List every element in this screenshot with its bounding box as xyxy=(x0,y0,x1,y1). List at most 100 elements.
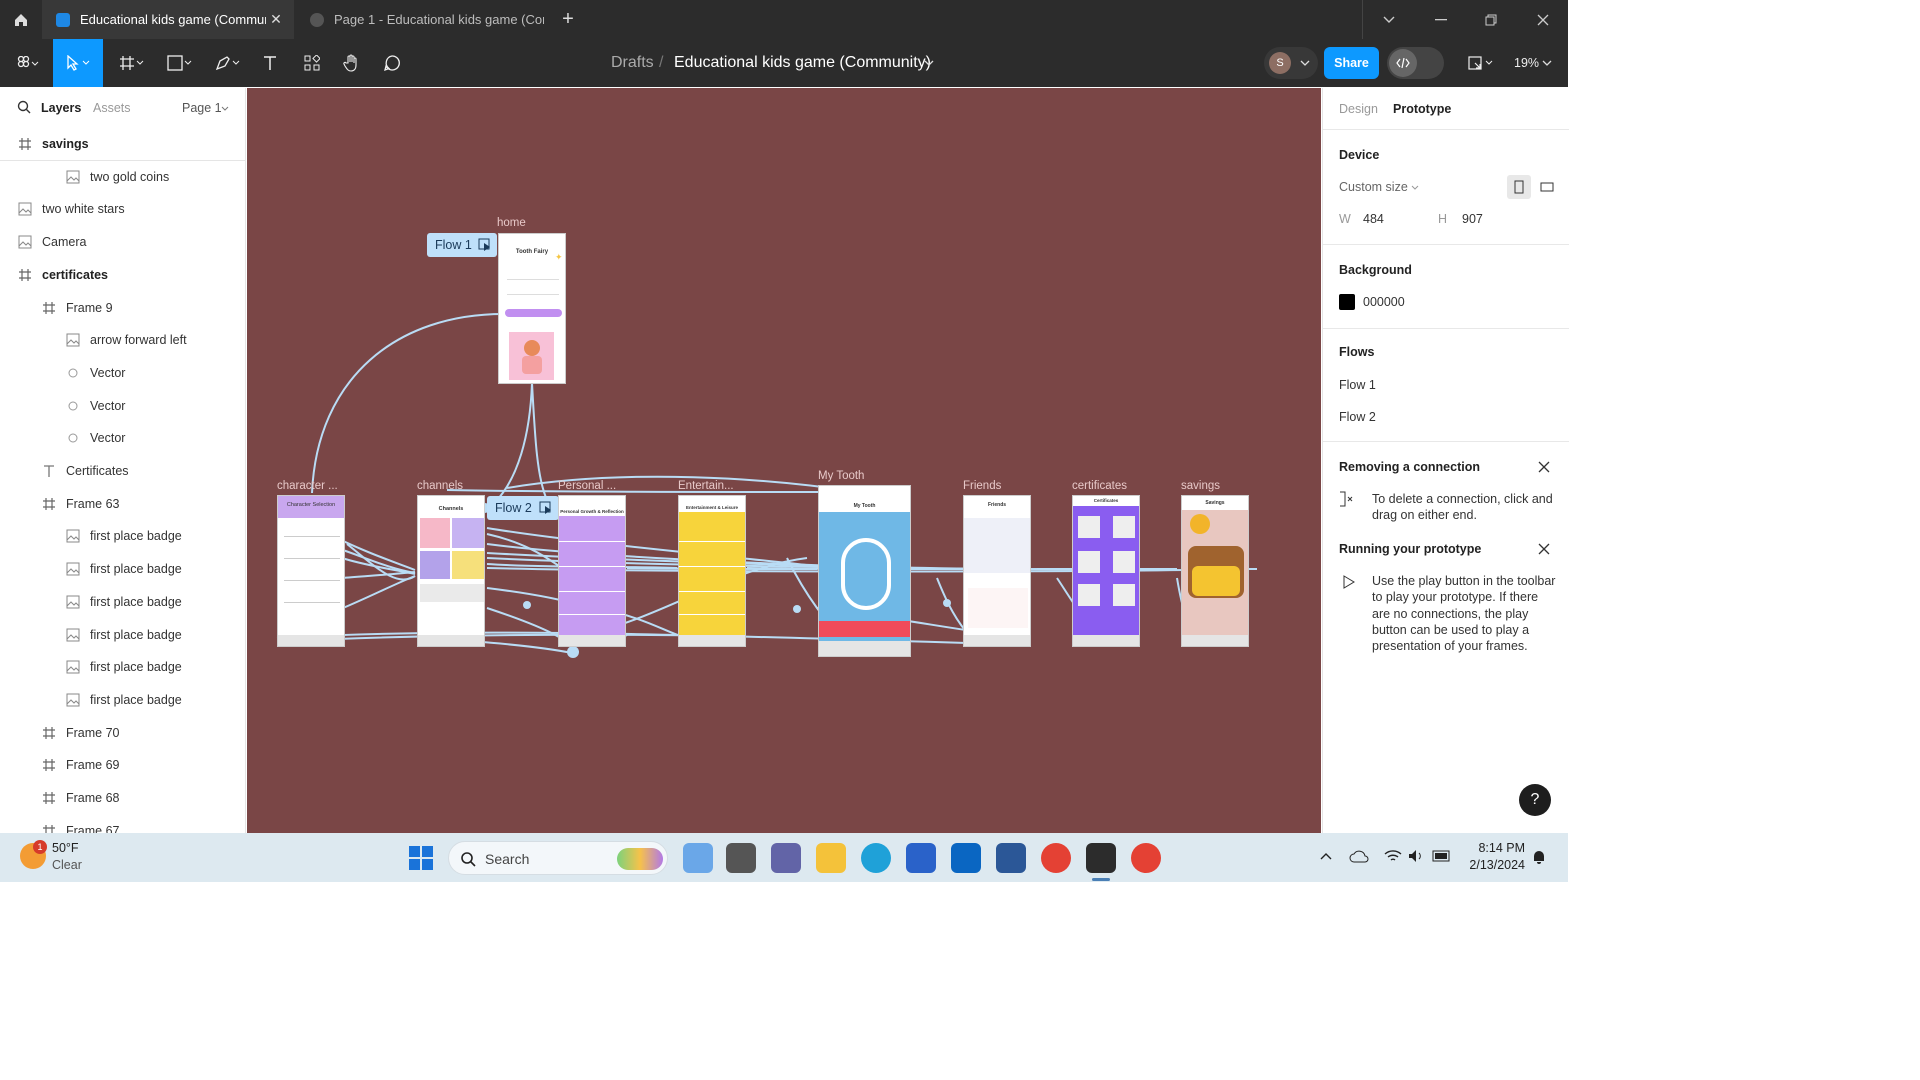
tab-design[interactable]: Design xyxy=(1339,102,1378,116)
chrome-icon[interactable] xyxy=(1131,843,1161,873)
tab-prototype-page[interactable]: Page 1 - Educational kids game (Com xyxy=(296,0,544,39)
flow-starting-point[interactable]: Flow 2 xyxy=(487,496,559,520)
frame-label[interactable]: certificates xyxy=(1072,480,1127,492)
windows-start-icon[interactable] xyxy=(409,846,433,875)
linkedin-icon[interactable] xyxy=(951,843,981,873)
design-canvas[interactable]: Flow 1 Flow 2 home Tooth Fairy ✦ charact… xyxy=(247,88,1321,833)
chevron-down-icon[interactable] xyxy=(924,39,934,87)
frame-channels[interactable]: Channels xyxy=(417,495,485,647)
width-input[interactable]: 484 xyxy=(1363,212,1384,226)
frame-certificates[interactable]: Certificates xyxy=(1072,495,1140,647)
tab-layers[interactable]: Layers xyxy=(41,101,81,115)
tab-prototype[interactable]: Prototype xyxy=(1393,102,1451,116)
frame-personal-growth[interactable]: Personal Growth & Reflection xyxy=(558,495,626,647)
frame-label[interactable]: Personal ... xyxy=(558,480,616,492)
weather-temp[interactable]: 50°F xyxy=(52,841,79,855)
frame-label[interactable]: Entertain... xyxy=(678,480,734,492)
store-icon[interactable] xyxy=(906,843,936,873)
figma-app-icon[interactable] xyxy=(1086,843,1116,873)
teams-icon[interactable] xyxy=(771,843,801,873)
layer-row[interactable]: Vector xyxy=(0,357,245,389)
layer-row[interactable]: certificates xyxy=(0,259,245,291)
layer-row[interactable]: two gold coins xyxy=(0,161,245,193)
frame-label[interactable]: My Tooth xyxy=(818,470,864,482)
present-icon[interactable] xyxy=(1462,39,1502,87)
clock-time[interactable]: 8:14 PM xyxy=(1467,841,1525,855)
layer-row[interactable]: Vector xyxy=(0,390,245,422)
close-icon[interactable] xyxy=(1538,461,1550,473)
play-icon[interactable] xyxy=(539,501,553,515)
cloud-icon[interactable] xyxy=(1349,849,1369,863)
file-title[interactable]: Educational kids game (Community) xyxy=(674,39,931,87)
layer-row[interactable]: savings xyxy=(0,128,245,160)
home-icon[interactable] xyxy=(0,0,42,39)
height-input[interactable]: 907 xyxy=(1462,212,1483,226)
device-select[interactable]: Custom size xyxy=(1339,180,1408,194)
tab-figma-file[interactable]: Educational kids game (Community) ✕ xyxy=(42,0,294,39)
clock-date[interactable]: 2/13/2024 xyxy=(1459,858,1525,872)
layer-row[interactable]: arrow forward left xyxy=(0,324,245,356)
layer-row[interactable]: Camera xyxy=(0,226,245,258)
frame-label[interactable]: savings xyxy=(1181,480,1220,492)
layer-row[interactable]: first place badge xyxy=(0,586,245,618)
new-tab-button[interactable]: + xyxy=(556,0,580,39)
search-box[interactable]: Search xyxy=(448,841,668,875)
frame-label[interactable]: home xyxy=(497,217,526,229)
wifi-icon[interactable] xyxy=(1384,849,1402,863)
chrome-icon[interactable] xyxy=(1041,843,1071,873)
app-icon[interactable] xyxy=(683,843,713,873)
help-button[interactable]: ? xyxy=(1519,784,1551,816)
frame-home[interactable]: Tooth Fairy ✦ xyxy=(498,233,566,384)
frame-savings[interactable]: Savings xyxy=(1181,495,1249,647)
frame-label[interactable]: channels xyxy=(417,480,463,492)
frame-label[interactable]: character ... xyxy=(277,480,338,492)
chevron-down-icon[interactable] xyxy=(221,106,229,111)
close-window-icon[interactable] xyxy=(1518,0,1568,39)
close-icon[interactable]: ✕ xyxy=(266,11,286,28)
layer-row[interactable]: first place badge xyxy=(0,553,245,585)
battery-icon[interactable] xyxy=(1432,850,1452,862)
frame-entertainment[interactable]: Entertainment & Leisure xyxy=(678,495,746,647)
landscape-icon[interactable] xyxy=(1535,175,1559,199)
chevron-down-icon[interactable] xyxy=(1364,0,1414,39)
frame-my-tooth[interactable]: My Tooth xyxy=(818,485,911,657)
layer-row[interactable]: Frame 9 xyxy=(0,292,245,324)
play-icon[interactable] xyxy=(478,238,492,252)
search-icon[interactable] xyxy=(17,100,31,119)
restore-icon[interactable] xyxy=(1466,0,1516,39)
layer-row[interactable]: two white stars xyxy=(0,193,245,225)
chevron-up-icon[interactable] xyxy=(1320,852,1332,860)
avatar[interactable]: S xyxy=(1269,52,1291,74)
file-explorer-icon[interactable] xyxy=(816,843,846,873)
edge-icon[interactable] xyxy=(861,843,891,873)
layer-row[interactable]: first place badge xyxy=(0,684,245,716)
frame-tool-icon[interactable] xyxy=(112,39,152,87)
page-selector[interactable]: Page 1 xyxy=(182,101,222,115)
frame-friends[interactable]: Friends xyxy=(963,495,1031,647)
layer-row[interactable]: Frame 63 xyxy=(0,488,245,520)
move-tool-button[interactable] xyxy=(53,39,103,87)
word-icon[interactable] xyxy=(996,843,1026,873)
layer-row[interactable]: first place badge xyxy=(0,651,245,683)
task-view-icon[interactable] xyxy=(726,843,756,873)
flow-starting-point[interactable]: Flow 1 xyxy=(427,233,497,257)
hand-tool-icon[interactable] xyxy=(334,39,370,87)
flow-item[interactable]: Flow 1 xyxy=(1339,378,1376,392)
portrait-icon[interactable] xyxy=(1507,175,1531,199)
layer-row[interactable]: Vector xyxy=(0,422,245,454)
layer-row[interactable]: first place badge xyxy=(0,619,245,651)
shape-tool-icon[interactable] xyxy=(160,39,200,87)
layer-row[interactable]: Frame 68 xyxy=(0,782,245,814)
pen-tool-icon[interactable] xyxy=(208,39,248,87)
figma-menu-icon[interactable] xyxy=(8,39,48,87)
frame-character-selection[interactable]: Character Selection xyxy=(277,495,345,647)
comment-tool-icon[interactable] xyxy=(374,39,410,87)
chevron-down-icon[interactable] xyxy=(1411,185,1419,190)
text-tool-icon[interactable] xyxy=(252,39,288,87)
layer-row[interactable]: first place badge xyxy=(0,520,245,552)
background-swatch[interactable] xyxy=(1339,294,1355,310)
layer-row[interactable]: Certificates xyxy=(0,455,245,487)
tab-assets[interactable]: Assets xyxy=(93,101,131,115)
weather-desc[interactable]: Clear xyxy=(52,858,82,872)
flow-item[interactable]: Flow 2 xyxy=(1339,410,1376,424)
